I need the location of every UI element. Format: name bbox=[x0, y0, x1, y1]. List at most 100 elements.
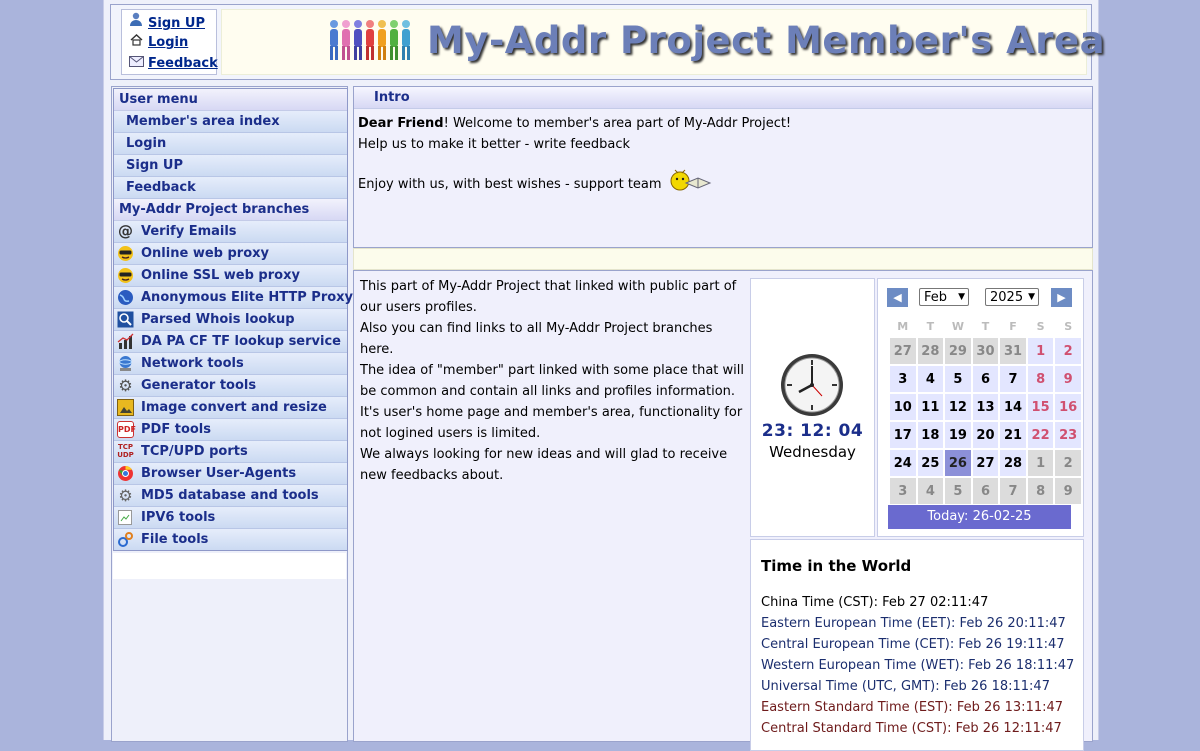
calendar-day[interactable]: 11 bbox=[917, 394, 944, 420]
gear-icon: ⚙ bbox=[118, 376, 133, 395]
intro-body: Dear Friend! Welcome to member's area pa… bbox=[354, 109, 1092, 200]
banner: My-Addr Project Member's Area bbox=[221, 9, 1105, 75]
calendar-day[interactable]: 28 bbox=[1000, 450, 1026, 476]
calendar-day[interactable]: 15 bbox=[1027, 394, 1054, 420]
calendar-day[interactable]: 27 bbox=[972, 450, 999, 476]
calendar-day[interactable]: 3 bbox=[890, 478, 916, 504]
calendar-day[interactable]: 7 bbox=[1000, 366, 1026, 392]
calendar-day[interactable]: 12 bbox=[945, 394, 971, 420]
chevron-down-icon: ▼ bbox=[1028, 292, 1035, 302]
sidebar-item-feedback[interactable]: Feedback bbox=[114, 177, 347, 199]
calendar-next-button[interactable]: ▶ bbox=[1051, 288, 1072, 307]
user-menu-heading: User menu bbox=[114, 89, 347, 111]
calendar-day[interactable]: 5 bbox=[945, 478, 971, 504]
calendar-day[interactable]: 2 bbox=[1055, 338, 1081, 364]
signup-link[interactable]: Sign UP bbox=[128, 12, 205, 32]
calendar-days: 27 28 29 30 31 1 2 3 4 5 6 7 8 9 10 11 12 13 14 15 16 17 18 19 2… bbox=[890, 338, 1081, 504]
world-time-entry: Eastern European Time (EET): Feb 26 20:1… bbox=[761, 616, 1066, 631]
calendar-year-select[interactable]: 2025 ▼ bbox=[985, 288, 1039, 306]
calendar-week-row: 24 25 26 27 28 1 2 bbox=[890, 450, 1081, 476]
sidebar-spacer bbox=[113, 553, 346, 579]
calendar-day[interactable]: 30 bbox=[972, 338, 999, 364]
calendar-day[interactable]: 1 bbox=[1027, 450, 1054, 476]
calendar-prev-button[interactable]: ◀ bbox=[887, 288, 908, 307]
user-icon bbox=[128, 12, 144, 34]
sidebar-item-verify-emails[interactable]: @ Verify Emails bbox=[114, 221, 347, 243]
sidebar-item-pdf-tools[interactable]: PDF PDF tools bbox=[114, 419, 347, 441]
calendar-day[interactable]: 3 bbox=[890, 366, 916, 392]
calendar-day[interactable]: 5 bbox=[945, 366, 971, 392]
calendar-day[interactable]: 13 bbox=[972, 394, 999, 420]
calendar-day[interactable]: 2 bbox=[1055, 450, 1081, 476]
about-text: This part of My-Addr Project that linked… bbox=[360, 276, 744, 486]
sidebar-item-signup[interactable]: Sign UP bbox=[114, 155, 347, 177]
calendar-day[interactable]: 31 bbox=[1000, 338, 1026, 364]
sidebar-item-http-proxy[interactable]: Anonymous Elite HTTP Proxy bbox=[114, 287, 353, 309]
calendar-day[interactable]: 27 bbox=[890, 338, 916, 364]
sidebar-item-whois[interactable]: Parsed Whois lookup bbox=[114, 309, 347, 331]
calendar-day[interactable]: 19 bbox=[945, 422, 971, 448]
magnifier-icon bbox=[117, 311, 134, 328]
login-link[interactable]: Login bbox=[128, 33, 188, 53]
sidebar-item-user-agents[interactable]: Browser User-Agents bbox=[114, 463, 347, 485]
calendar-day[interactable]: 26 bbox=[945, 450, 971, 476]
world-time-entry: Eastern Standard Time (EST): Feb 26 13:1… bbox=[761, 700, 1064, 715]
calendar-week-row: 3456789 bbox=[890, 478, 1081, 504]
calendar-day[interactable]: 7 bbox=[1000, 478, 1026, 504]
sidebar-item-da-pa[interactable]: DA PA CF TF lookup service bbox=[114, 331, 347, 353]
sidebar-item-md5[interactable]: ⚙ MD5 database and tools bbox=[114, 485, 347, 507]
calendar-day[interactable]: 8 bbox=[1027, 366, 1054, 392]
calendar-day[interactable]: 1 bbox=[1027, 338, 1054, 364]
calendar-day[interactable]: 28 bbox=[917, 338, 944, 364]
home-icon bbox=[128, 33, 144, 53]
calendar-day[interactable]: 29 bbox=[945, 338, 971, 364]
weekday-label: F bbox=[1009, 320, 1017, 333]
sidebar-item-network-tools[interactable]: Network tools bbox=[114, 353, 347, 375]
sidebar-item-login[interactable]: Login bbox=[114, 133, 347, 155]
calendar-day[interactable]: 23 bbox=[1055, 422, 1081, 448]
sidebar-item-tcp-ports[interactable]: TCP UDP TCP/UPD ports bbox=[114, 441, 347, 463]
calendar-day[interactable]: 6 bbox=[972, 478, 999, 504]
arrow-right-icon: ▶ bbox=[1057, 291, 1066, 304]
calendar-weekdays: M T W T F S S bbox=[890, 317, 1081, 336]
calendar-today-button[interactable]: Today: 26-02-25 bbox=[888, 505, 1071, 529]
calendar-day[interactable]: 4 bbox=[917, 366, 944, 392]
calendar-day[interactable]: 24 bbox=[890, 450, 916, 476]
sidebar-item-image-convert[interactable]: Image convert and resize bbox=[114, 397, 347, 419]
calendar-day[interactable]: 16 bbox=[1055, 394, 1081, 420]
sidebar-item-ssl-proxy[interactable]: Online SSL web proxy bbox=[114, 265, 347, 287]
calendar-day[interactable]: 25 bbox=[917, 450, 944, 476]
intro-support-line: Enjoy with us, with best wishes - suppor… bbox=[358, 169, 1092, 200]
world-time-title: Time in the World bbox=[761, 557, 912, 575]
database-icon: ⚙ bbox=[118, 486, 133, 505]
image-icon bbox=[117, 399, 134, 416]
file-tools-icon bbox=[117, 531, 134, 548]
weekday-label: S bbox=[1064, 320, 1073, 333]
calendar-day[interactable]: 22 bbox=[1027, 422, 1054, 448]
weekday-label: S bbox=[1036, 320, 1045, 333]
calendar-day[interactable]: 21 bbox=[1000, 422, 1026, 448]
calendar-day[interactable]: 8 bbox=[1027, 478, 1054, 504]
calendar-day[interactable]: 10 bbox=[890, 394, 916, 420]
calendar-day[interactable]: 17 bbox=[890, 422, 916, 448]
calendar-day[interactable]: 9 bbox=[1055, 366, 1081, 392]
pdf-icon: PDF bbox=[117, 421, 136, 438]
calendar-day[interactable]: 14 bbox=[1000, 394, 1026, 420]
world-time-entry: Central European Time (CET): Feb 26 19:1… bbox=[761, 637, 1065, 652]
calendar-day[interactable]: 6 bbox=[972, 366, 999, 392]
sidebar-item-generator-tools[interactable]: ⚙ Generator tools bbox=[114, 375, 347, 397]
calendar-day[interactable]: 20 bbox=[972, 422, 999, 448]
feedback-link[interactable]: Feedback bbox=[128, 54, 218, 74]
sidebar-item-ipv6[interactable]: IPV6 tools bbox=[114, 507, 347, 529]
sidebar-item-web-proxy[interactable]: Online web proxy bbox=[114, 243, 347, 265]
calendar-day[interactable]: 18 bbox=[917, 422, 944, 448]
calendar-day[interactable]: 9 bbox=[1055, 478, 1081, 504]
sidebar-item-file-tools[interactable]: File tools bbox=[114, 529, 347, 550]
about-paragraph: This part of My-Addr Project that linked… bbox=[360, 279, 744, 483]
calendar-day[interactable]: 4 bbox=[917, 478, 944, 504]
calendar-month-select[interactable]: Feb ▼ bbox=[919, 288, 969, 306]
sidebar-item-members-index[interactable]: Member's area index bbox=[114, 111, 347, 133]
sunglasses-icon bbox=[117, 245, 134, 262]
calendar-week-row: 27 28 29 30 31 1 2 bbox=[890, 338, 1081, 364]
weekday-label: T bbox=[981, 320, 990, 333]
